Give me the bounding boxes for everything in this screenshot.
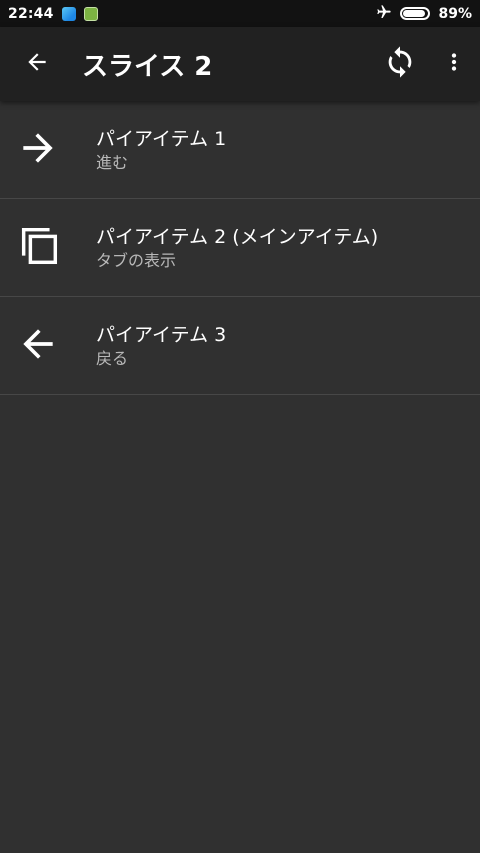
status-bar: 22:44 89% [0, 0, 480, 27]
list-item-pie-1[interactable]: パイアイテム 1 進む [0, 101, 480, 199]
item-title: パイアイテム 1 [96, 127, 227, 150]
sim-app-icon [83, 6, 98, 21]
pie-item-list: パイアイテム 1 進む パイアイテム 2 (メインアイテム) タブの表示 パイア… [0, 101, 480, 395]
back-button[interactable] [0, 27, 74, 101]
copy-tabs-icon [16, 223, 62, 273]
more-vert-icon [441, 49, 467, 79]
item-title: パイアイテム 3 [96, 323, 227, 346]
refresh-button[interactable] [372, 27, 428, 101]
more-options-button[interactable] [428, 27, 480, 101]
weather-app-icon [61, 6, 76, 21]
arrow-left-icon [24, 49, 50, 79]
app-bar: スライス 2 [0, 27, 480, 101]
list-item-pie-3[interactable]: パイアイテム 3 戻る [0, 297, 480, 395]
page-title: スライス 2 [82, 51, 213, 82]
item-subtitle: タブの表示 [96, 250, 177, 270]
status-time: 22:44 [8, 5, 54, 22]
arrow-right-icon [16, 126, 60, 174]
airplane-mode-icon [376, 4, 392, 24]
item-title: パイアイテム 2 (メインアイテム) [96, 225, 379, 248]
list-item-pie-2[interactable]: パイアイテム 2 (メインアイテム) タブの表示 [0, 199, 480, 297]
battery-level-fill [403, 10, 425, 17]
arrow-left-icon [16, 322, 60, 370]
item-subtitle: 進む [96, 152, 129, 172]
refresh-icon [383, 45, 417, 83]
battery-icon [400, 7, 431, 20]
battery-percent: 89% [438, 5, 472, 22]
item-subtitle: 戻る [96, 348, 129, 368]
